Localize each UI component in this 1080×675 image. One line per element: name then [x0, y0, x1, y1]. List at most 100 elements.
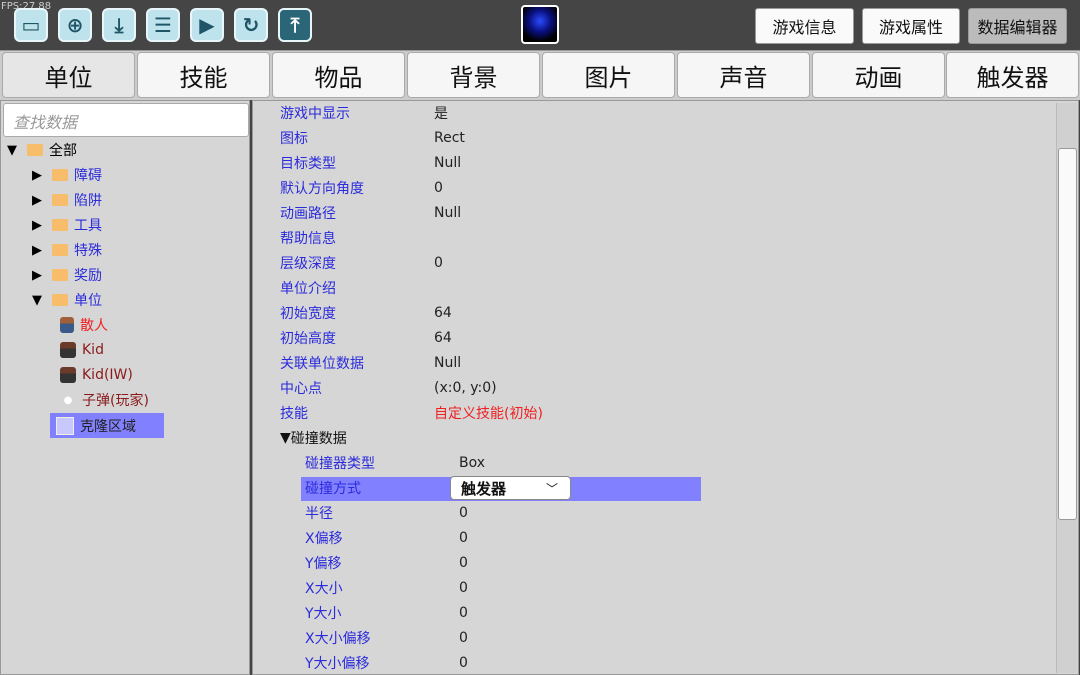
- folder-icon: [52, 294, 68, 306]
- property-value: Null: [434, 355, 462, 371]
- property-row[interactable]: 帮助信息: [280, 227, 780, 249]
- collision-mode-dropdown[interactable]: 触发器 ﹀: [450, 476, 571, 500]
- tree-label: 全部: [49, 143, 77, 159]
- collision-property-row[interactable]: 半径 0: [305, 502, 805, 524]
- folder-icon: [52, 269, 68, 281]
- property-label: Y大小偏移: [305, 656, 370, 672]
- property-label: X大小偏移: [305, 631, 371, 647]
- property-label: X偏移: [305, 531, 343, 547]
- play-icon[interactable]: ▶: [190, 8, 224, 42]
- tree-folder[interactable]: ▶ 特殊: [32, 239, 102, 261]
- tree-unit[interactable]: 散人: [60, 314, 108, 336]
- property-value: 64: [434, 305, 452, 321]
- download-icon[interactable]: ⤓: [102, 8, 136, 42]
- game-properties-button[interactable]: 游戏属性: [862, 8, 960, 44]
- bullet-icon: ●: [63, 394, 73, 406]
- character-icon: [60, 342, 76, 358]
- tree-unit-selected[interactable]: 克隆区域: [50, 413, 164, 438]
- tab-items[interactable]: 物品: [272, 52, 405, 98]
- property-label: 目标类型: [280, 156, 336, 172]
- tree-folder[interactable]: ▼ 单位: [32, 289, 102, 311]
- property-row[interactable]: 目标类型 Null: [280, 152, 780, 174]
- new-file-icon[interactable]: ⊕: [58, 8, 92, 42]
- tree-folder[interactable]: ▶ 陷阱: [32, 189, 102, 211]
- collapse-icon: ▼: [32, 292, 42, 308]
- property-row[interactable]: 图标 Rect: [280, 127, 780, 149]
- property-row[interactable]: 初始高度 64: [280, 327, 780, 349]
- scrollbar-thumb[interactable]: [1058, 148, 1077, 520]
- property-value: 0: [459, 530, 468, 546]
- tree-unit[interactable]: ● 子弹(玩家): [60, 389, 149, 411]
- property-value: 是: [434, 106, 448, 122]
- property-label: 中心点: [280, 381, 322, 397]
- folder-icon: [52, 244, 68, 256]
- search-input[interactable]: 查找数据: [3, 103, 249, 137]
- expand-icon: ▶: [32, 192, 42, 208]
- data-editor-button[interactable]: 数据编辑器: [968, 8, 1067, 44]
- game-info-button[interactable]: 游戏信息: [755, 8, 854, 44]
- property-row[interactable]: 动画路径 Null: [280, 202, 780, 224]
- tab-images[interactable]: 图片: [542, 52, 675, 98]
- tree-folder[interactable]: ▶ 工具: [32, 214, 102, 236]
- property-value: Rect: [434, 130, 465, 146]
- properties-panel: 游戏中显示 是图标 Rect 目标类型 Null 默认方向角度 0 动画路径 Null 帮助信息层…: [252, 100, 1079, 675]
- upload-icon[interactable]: ⤒: [278, 8, 312, 42]
- collision-property-row[interactable]: 碰撞器类型 Box: [305, 452, 805, 474]
- property-label: Y大小: [305, 606, 342, 622]
- tree-folder[interactable]: ▶ 奖励: [32, 264, 102, 286]
- collision-property-row[interactable]: Y偏移 0: [305, 552, 805, 574]
- chevron-down-icon: ﹀: [545, 481, 558, 496]
- collision-property-row[interactable]: X偏移 0: [305, 527, 805, 549]
- tree-unit[interactable]: Kid(IW): [60, 364, 133, 386]
- tab-units[interactable]: 单位: [2, 52, 135, 98]
- property-value: (x:0, y:0): [434, 380, 497, 396]
- property-label: X大小: [305, 581, 343, 597]
- property-row[interactable]: 层级深度 0: [280, 252, 780, 274]
- save-icon[interactable]: ☰: [146, 8, 180, 42]
- tab-triggers[interactable]: 触发器: [946, 52, 1079, 98]
- property-row[interactable]: 游戏中显示 是: [280, 102, 780, 124]
- folder-open-icon[interactable]: ▭: [14, 8, 48, 42]
- toolbar: FPS:27.88 ▭ ⊕ ⤓ ☰ ▶ ↻ ⤒ 游戏信息 游戏属性 数据编辑器: [0, 0, 1080, 50]
- tab-skills[interactable]: 技能: [137, 52, 270, 98]
- property-value: 0: [459, 605, 468, 621]
- collision-property-row[interactable]: Y大小 0: [305, 602, 805, 624]
- character-icon: [60, 367, 76, 383]
- property-value: 0: [434, 180, 443, 196]
- collision-property-row[interactable]: X大小偏移 0: [305, 627, 805, 649]
- tree-label: Kid(IW): [82, 367, 133, 383]
- property-row[interactable]: 默认方向角度 0: [280, 177, 780, 199]
- property-label: 默认方向角度: [280, 181, 364, 197]
- collision-section-header[interactable]: ▼ 碰撞数据: [280, 427, 347, 449]
- tree-label: 工具: [74, 218, 102, 234]
- tab-sounds[interactable]: 声音: [677, 52, 810, 98]
- property-value: 0: [459, 630, 468, 646]
- refresh-icon[interactable]: ↻: [234, 8, 268, 42]
- tree-folder[interactable]: ▶ 障碍: [32, 164, 102, 186]
- property-row[interactable]: 技能 自定义技能(初始): [280, 402, 780, 424]
- expand-icon: ▶: [32, 217, 42, 233]
- tree-root[interactable]: ▼ 全部: [7, 139, 77, 161]
- property-value: 64: [434, 330, 452, 346]
- property-label: 帮助信息: [280, 231, 336, 247]
- section-title: 碰撞数据: [290, 431, 347, 447]
- folder-icon: [52, 219, 68, 231]
- collision-property-row[interactable]: Y大小偏移 0: [305, 652, 805, 674]
- tab-backgrounds[interactable]: 背景: [407, 52, 540, 98]
- property-row[interactable]: 关联单位数据 Null: [280, 352, 780, 374]
- tree-label: 障碍: [74, 168, 102, 184]
- property-label: 初始高度: [280, 331, 336, 347]
- tab-animations[interactable]: 动画: [812, 52, 945, 98]
- property-row[interactable]: 初始宽度 64: [280, 302, 780, 324]
- property-value: Box: [459, 455, 486, 471]
- property-row[interactable]: 中心点 (x:0, y:0): [280, 377, 780, 399]
- preview-thumbnail[interactable]: [521, 5, 559, 44]
- property-row[interactable]: 单位介绍: [280, 277, 780, 299]
- scrollbar[interactable]: [1056, 103, 1077, 673]
- collision-property-row[interactable]: X大小 0: [305, 577, 805, 599]
- tree-label: 子弹(玩家): [82, 393, 149, 409]
- expand-icon: ▶: [32, 242, 42, 258]
- tree-unit[interactable]: Kid: [60, 339, 104, 361]
- folder-icon: [52, 194, 68, 206]
- property-label: 关联单位数据: [280, 356, 364, 372]
